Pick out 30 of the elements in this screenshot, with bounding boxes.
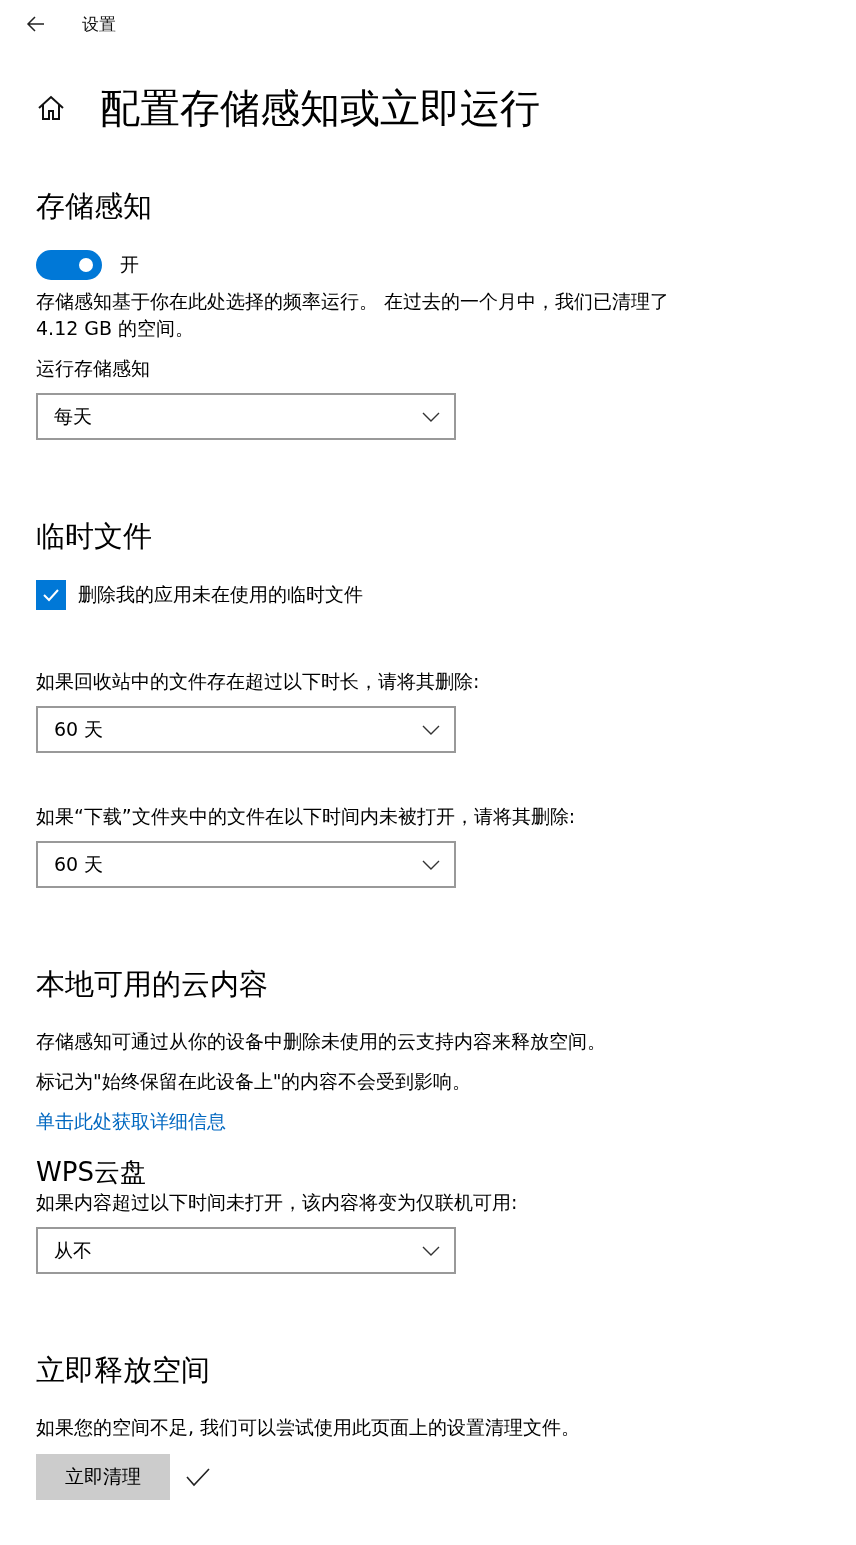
chevron-down-icon <box>422 724 440 735</box>
window-title: 设置 <box>82 12 116 36</box>
subsection-heading: WPS云盘 <box>36 1156 147 1189</box>
section-heading: 临时文件 <box>36 518 153 555</box>
section-heading: 本地可用的云内容 <box>36 966 269 1003</box>
checkbox[interactable] <box>36 580 66 610</box>
dropdown[interactable]: 每天 <box>36 393 456 440</box>
field-label: 运行存储感知 <box>36 356 151 381</box>
clean-now-button[interactable]: 立即清理 <box>36 1454 170 1500</box>
dropdown[interactable]: 从不 <box>36 1227 456 1274</box>
description-text: 存储感知可通过从你的设备中删除未使用的云支持内容来释放空间。 <box>36 1029 607 1054</box>
section-heading: 立即释放空间 <box>36 1352 211 1389</box>
checkbox-label: 删除我的应用未在使用的临时文件 <box>78 582 363 607</box>
chevron-down-icon <box>422 859 440 870</box>
description-text: 存储感知基于你在此处选择的频率运行。 在过去的一个月中，我们已清理了 4.12 GB 的空间。 <box>36 289 671 341</box>
page-title: 配置存储感知或立即运行 <box>100 84 540 133</box>
description-text: 标记为"始终保留在此设备上"的内容不会受到影响。 <box>36 1069 473 1094</box>
section-heading: 存储感知 <box>36 188 153 225</box>
description-text: 如果您的空间不足, 我们可以尝试使用此页面上的设置清理文件。 <box>36 1415 582 1440</box>
field-label: 如果内容超过以下时间未打开，该内容将变为仅联机可用: <box>36 1190 519 1215</box>
chevron-down-icon <box>422 411 440 422</box>
home-button[interactable] <box>36 93 66 123</box>
dropdown[interactable]: 60 天 <box>36 706 456 753</box>
dropdown[interactable]: 60 天 <box>36 841 456 888</box>
field-label: 如果“下载”文件夹中的文件在以下时间内未被打开，请将其删除: <box>36 804 577 829</box>
toggle-label: 开 <box>120 252 139 277</box>
details-link[interactable]: 单击此处获取详细信息 <box>36 1108 226 1135</box>
toggle-switch[interactable] <box>36 250 102 280</box>
field-label: 如果回收站中的文件存在超过以下时长，请将其删除: <box>36 669 481 694</box>
chevron-down-icon <box>422 1245 440 1256</box>
